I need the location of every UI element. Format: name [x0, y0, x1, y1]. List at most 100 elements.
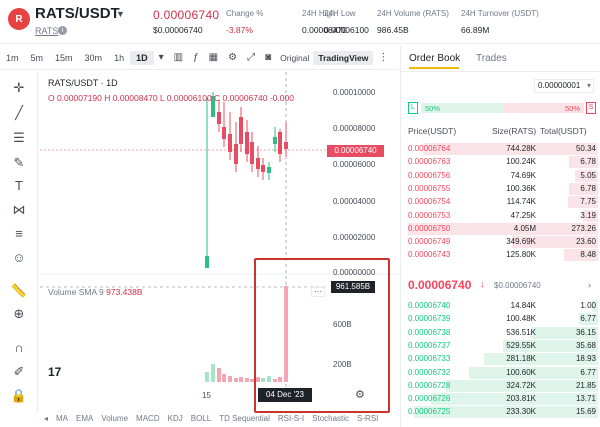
ask-row[interactable]: 0.00006749 349.69K 23.60: [404, 236, 598, 249]
ask-row[interactable]: 0.00006743 125.80K 8.48: [404, 249, 598, 262]
trendline-icon[interactable]: ╱: [9, 103, 29, 123]
candle-body: [273, 137, 277, 144]
chevron-down-icon[interactable]: ▼: [116, 9, 125, 19]
lock-drawing-icon[interactable]: ✐: [9, 362, 29, 382]
tab-trades[interactable]: Trades: [476, 53, 507, 64]
more-icon[interactable]: ⋮: [373, 52, 393, 63]
stat-label-low-visible: 24H Low: [324, 9, 356, 18]
timeframe-1m[interactable]: 1m: [0, 51, 25, 65]
order-total: 6.77: [580, 314, 596, 324]
layout-icon[interactable]: ▦: [204, 52, 223, 63]
ask-row[interactable]: 0.00006754 114.74K 7.75: [404, 196, 598, 209]
info-icon[interactable]: i: [58, 26, 67, 35]
ask-row[interactable]: 0.00006756 74.69K 5.05: [404, 169, 598, 182]
order-total: 273.26: [571, 223, 596, 233]
stat-value-volume: 986.45B: [377, 25, 409, 35]
timeframe-1h[interactable]: 1h: [108, 51, 130, 65]
indicator-rsi[interactable]: RSI-S-I: [274, 414, 308, 423]
drawing-toolbar: ✛ ╱ ☰ ✎ T ⋈ ≡ ☺ 📏 ⊕ ∩ ✐ 🔒: [0, 72, 38, 412]
annotation-highlight-box: [254, 258, 390, 413]
crosshair-icon[interactable]: ✛: [9, 78, 29, 98]
volume-bar: [234, 378, 238, 382]
order-price: 0.00006749: [408, 237, 451, 247]
bid-row[interactable]: 0.00006733 281.18K 18.93: [404, 353, 598, 366]
price-step-select[interactable]: ▾ 0.00000001: [534, 79, 594, 93]
brush-icon[interactable]: ✎: [9, 153, 29, 173]
candlestick-icon[interactable]: ▥: [169, 52, 188, 63]
settings-icon[interactable]: ⚙: [223, 52, 242, 63]
ask-row[interactable]: 0.00006763 100.24K 6.78: [404, 156, 598, 169]
order-price: 0.00006743: [408, 250, 451, 260]
indicator-ma[interactable]: MA: [52, 414, 72, 423]
original-view-button[interactable]: Original: [276, 53, 313, 63]
horizontal-lines-icon[interactable]: ☰: [9, 128, 29, 148]
ask-row[interactable]: 0.00006753 47.25K 3.19: [404, 209, 598, 222]
order-total: 8.48: [580, 250, 596, 260]
timeframe-30m[interactable]: 30m: [79, 51, 109, 65]
bid-row[interactable]: 0.00006725 233.30K 15.69: [404, 406, 598, 419]
bid-row[interactable]: 0.00006726 203.81K 13.71: [404, 393, 598, 406]
indicator-stochastic[interactable]: Stochastic: [308, 414, 353, 423]
order-size: 349.69K: [506, 237, 536, 247]
last-price-usd: $0.00006740: [153, 25, 203, 35]
pair-selector[interactable]: RATS/USDT: [35, 5, 120, 22]
chevron-right-icon[interactable]: ›: [588, 280, 591, 290]
timeframe-15m[interactable]: 15m: [49, 51, 79, 65]
magnet-icon[interactable]: ∩: [9, 338, 29, 358]
ruler-icon[interactable]: 📏: [9, 281, 29, 301]
zoom-in-icon[interactable]: ⊕: [9, 304, 29, 324]
order-price: 0.00006728: [408, 380, 451, 390]
text-icon[interactable]: T: [9, 176, 29, 196]
lock-icon[interactable]: 🔒: [9, 386, 29, 406]
bid-row[interactable]: 0.00006728 324.72K 21.85: [404, 379, 598, 392]
order-total: 21.85: [575, 380, 596, 390]
timeframe-1d[interactable]: 1D: [130, 50, 154, 65]
indicators-icon[interactable]: ƒ: [188, 52, 204, 63]
scroll-left-icon[interactable]: ◂: [40, 414, 52, 423]
camera-icon[interactable]: ◙: [260, 52, 276, 63]
mid-price: 0.00006740: [408, 278, 472, 292]
emoji-icon[interactable]: ☺: [9, 248, 29, 268]
chart-toolbar: 1m 5m 15m 30m 1h 1D ▾ ▥ ƒ ▦ ⚙ ⤢ ◙ Origin…: [0, 46, 398, 70]
chevron-down-icon[interactable]: ▾: [154, 52, 169, 63]
chevron-down-icon: ▾: [586, 81, 591, 90]
divider: [400, 71, 600, 72]
sell-ratio-badge: S: [586, 102, 596, 114]
indicator-td-sequential[interactable]: TD Sequential: [215, 414, 274, 423]
tab-order-book[interactable]: Order Book: [409, 53, 460, 64]
ask-row[interactable]: 0.00006755 100.36K 6.78: [404, 182, 598, 195]
tradingview-view-button[interactable]: TradingView: [313, 50, 374, 65]
volume-legend-label: Volume SMA 9: [48, 287, 104, 297]
volume-bar: [222, 374, 226, 382]
indicator-macd[interactable]: MACD: [132, 414, 164, 423]
order-total: 35.68: [575, 340, 596, 350]
volume-bar: [205, 372, 209, 382]
bid-row[interactable]: 0.00006740 14.84K 1.00: [404, 300, 598, 312]
timeframe-5m[interactable]: 5m: [25, 51, 50, 65]
candle-body: [228, 134, 232, 152]
ask-row[interactable]: 0.00006764 744.28K 50.34: [404, 143, 598, 155]
indicator-boll[interactable]: BOLL: [187, 414, 215, 423]
order-total: 13.71: [575, 394, 596, 404]
order-total: 36.15: [575, 327, 596, 337]
indicator-volume[interactable]: Volume: [97, 414, 132, 423]
indicator-kdj[interactable]: KDJ: [164, 414, 187, 423]
candles-group: [205, 92, 288, 268]
column-header-price: Price(USDT): [408, 126, 457, 136]
pattern-icon[interactable]: ⋈: [9, 200, 29, 220]
order-total: 50.34: [575, 144, 596, 153]
bid-row[interactable]: 0.00006738 536.51K 36.15: [404, 326, 598, 339]
y-tick: 0.00008000: [333, 124, 376, 133]
ask-row[interactable]: 0.00006750 4.05M 273.26: [404, 222, 598, 235]
coin-link[interactable]: RATS: [35, 26, 58, 36]
bid-row[interactable]: 0.00006739 100.48K 6.77: [404, 313, 598, 326]
order-size: 281.18K: [506, 354, 536, 364]
order-size: 324.72K: [506, 380, 536, 390]
volume-bar: [211, 364, 215, 382]
fib-icon[interactable]: ≡: [9, 224, 29, 244]
bid-row[interactable]: 0.00006737 529.55K 35.68: [404, 339, 598, 352]
indicator-ema[interactable]: EMA: [72, 414, 97, 423]
bid-row[interactable]: 0.00006732 100.60K 6.77: [404, 366, 598, 379]
fullscreen-icon[interactable]: ⤢: [242, 52, 260, 63]
indicator-s-rsi[interactable]: S-RSI: [353, 414, 382, 423]
